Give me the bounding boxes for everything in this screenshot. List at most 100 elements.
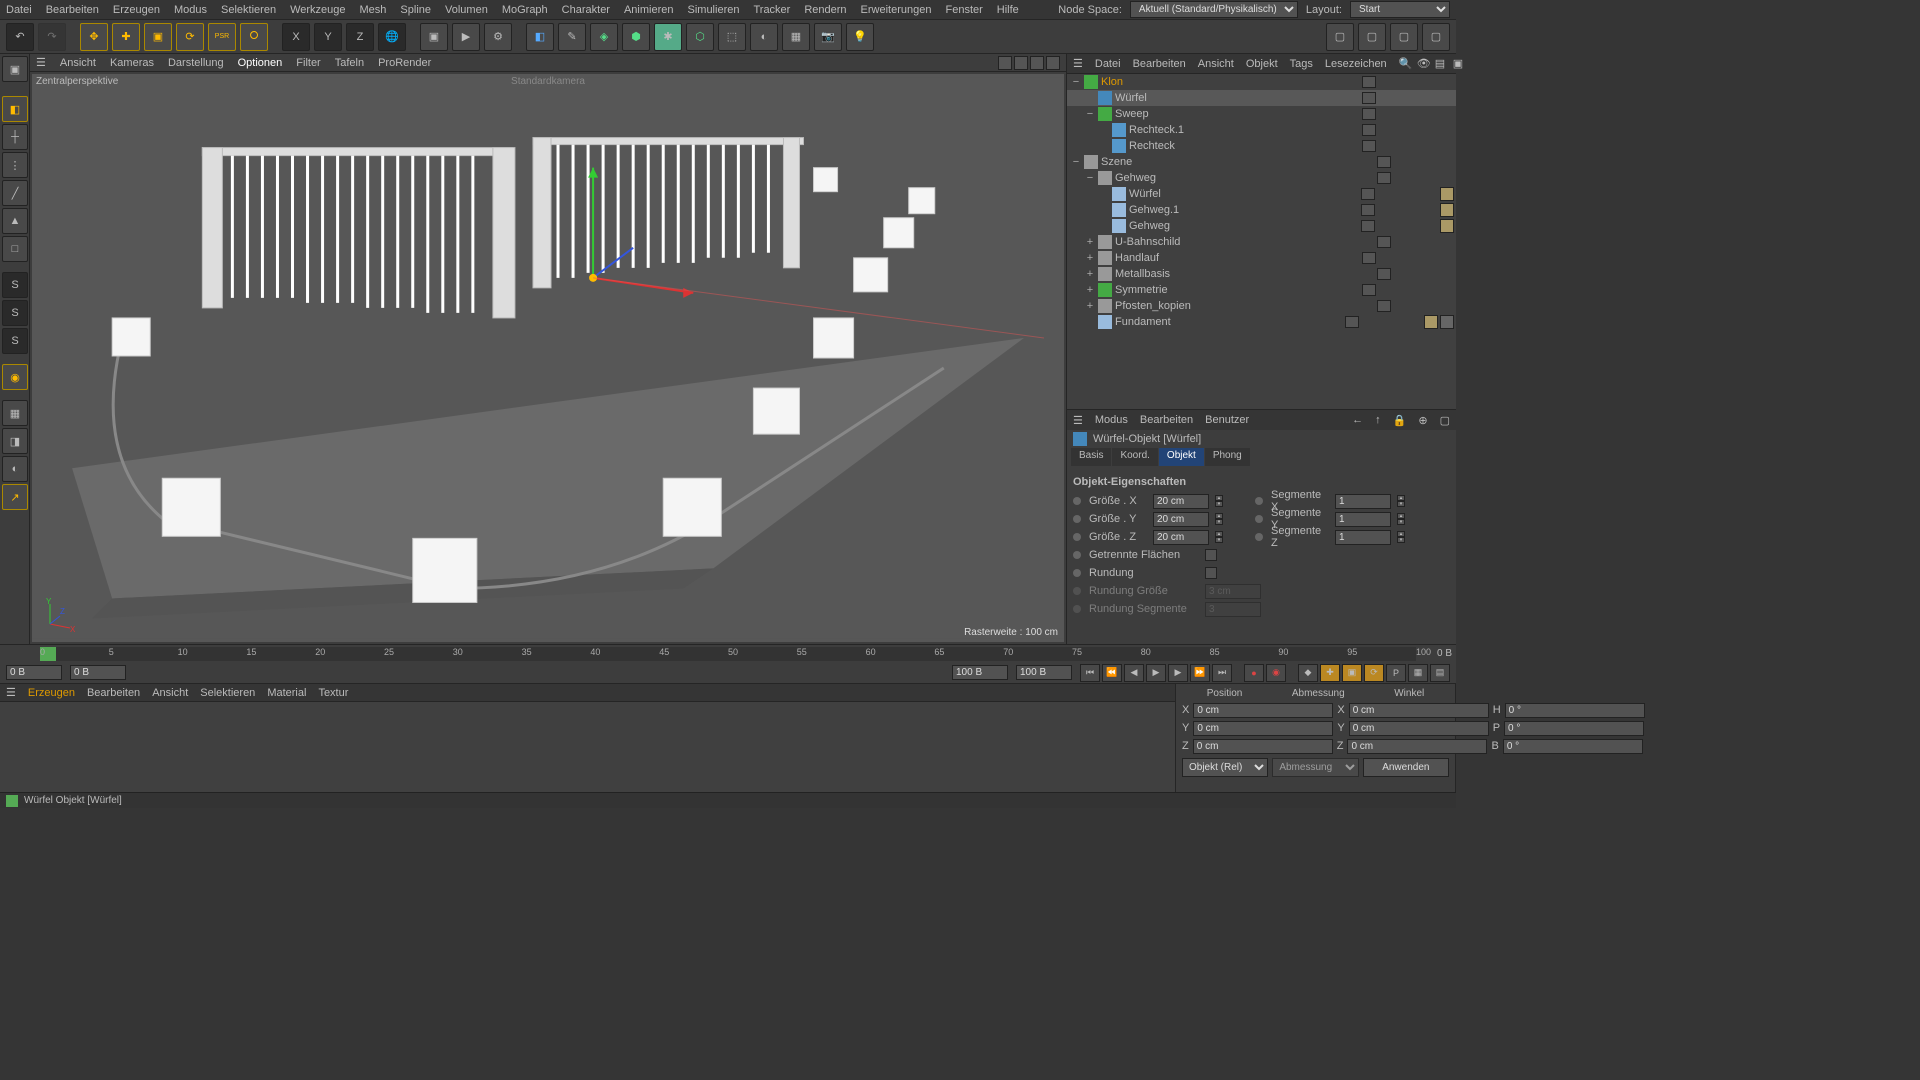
hamburger-icon[interactable]: ☰ [6,686,16,699]
pos-input[interactable] [1193,703,1333,718]
expand-toggle[interactable]: + [1085,236,1095,248]
frame-range-end-input[interactable] [952,665,1008,680]
visibility-render-dot[interactable] [1392,108,1406,120]
menu-item[interactable]: Mesh [360,4,387,16]
sound-button[interactable]: ▤ [1430,664,1450,682]
vmenu-item[interactable]: Filter [296,57,320,69]
visibility-editor-dot[interactable] [1377,92,1391,104]
eye-icon[interactable]: 👁 [1417,57,1431,71]
menu-item[interactable]: Fenster [945,4,982,16]
ang-input[interactable] [1505,703,1645,718]
layer-dot[interactable] [1377,236,1391,248]
viewport-pan-icon[interactable] [998,56,1012,70]
poly-mode[interactable]: ▲ [2,208,28,234]
matmenu-item[interactable]: Textur [318,687,348,699]
visibility-render-dot[interactable] [1392,124,1406,136]
panel-toggle-4[interactable]: ▢ [1422,23,1450,51]
matmenu-item[interactable]: Bearbeiten [87,687,140,699]
matmenu-item[interactable]: Material [267,687,306,699]
visibility-render-dot[interactable] [1392,140,1406,152]
key-pla-button[interactable]: ▦ [1408,664,1428,682]
tab-phong[interactable]: Phong [1205,448,1250,466]
apply-button[interactable]: Anwenden [1363,758,1449,777]
edge-mode[interactable]: ╱ [2,180,28,206]
layer-dot[interactable] [1377,172,1391,184]
visibility-render-dot[interactable] [1392,76,1406,88]
prev-frame-button[interactable]: ◀ [1124,664,1144,682]
goto-start-button[interactable]: ⏮ [1080,664,1100,682]
menu-item[interactable]: Erweiterungen [861,4,932,16]
menu-item[interactable]: Bearbeiten [46,4,99,16]
select-tool[interactable]: ✥ [80,23,108,51]
material-tag[interactable] [1440,203,1454,217]
expand-toggle[interactable]: + [1085,268,1095,280]
coord-system-button[interactable]: 🌐 [378,23,406,51]
objmenu-item[interactable]: Datei [1095,58,1121,70]
vmenu-item[interactable]: ProRender [378,57,431,69]
visibility-render-dot[interactable] [1392,92,1406,104]
menu-item[interactable]: Rendern [804,4,846,16]
rounding-checkbox[interactable] [1205,567,1217,579]
panel-toggle-1[interactable]: ▢ [1326,23,1354,51]
viewport-solo[interactable]: ◨ [2,428,28,454]
expand-toggle[interactable]: − [1071,76,1081,88]
hamburger-icon[interactable]: ☰ [36,56,46,69]
field-button[interactable]: ◐ [750,23,778,51]
normals-mode[interactable]: ↗ [2,484,28,510]
attrmenu-item[interactable]: Bearbeiten [1140,414,1193,426]
spinner[interactable]: ▴▾ [1215,495,1223,507]
node-space-select[interactable]: Aktuell (Standard/Physikalisch) [1130,1,1298,18]
spinner[interactable]: ▴▾ [1215,513,1223,525]
menu-item[interactable]: Erzeugen [113,4,160,16]
key-param-button[interactable]: P [1386,664,1406,682]
ang-input[interactable] [1503,739,1643,754]
dim-input[interactable] [1349,721,1489,736]
xray-mode[interactable]: ◐ [2,456,28,482]
layer-dot[interactable] [1377,156,1391,168]
recent-tool[interactable]: PSR [208,23,236,51]
visibility-editor-dot[interactable] [1392,236,1406,248]
workplane[interactable]: S [2,328,28,354]
frame-total-input[interactable] [1016,665,1072,680]
expand-toggle[interactable]: + [1085,300,1095,312]
goto-end-button[interactable]: ⏭ [1212,664,1232,682]
coord-dim-select[interactable]: Abmessung [1272,758,1358,777]
dim-input[interactable] [1349,703,1489,718]
phong-tag[interactable] [1440,315,1454,329]
search-icon[interactable]: 🔍 [1399,57,1413,71]
layer-dot[interactable] [1361,220,1375,232]
spline-pen-button[interactable]: ✎ [558,23,586,51]
visibility-editor-dot[interactable] [1377,76,1391,88]
axis-mode[interactable]: ┼ [2,124,28,150]
visibility-editor-dot[interactable] [1392,172,1406,184]
visibility-editor-dot[interactable] [1377,284,1391,296]
tree-row[interactable]: +Metallbasis [1067,266,1456,282]
snap-settings[interactable]: S [2,300,28,326]
up-icon[interactable]: ↑ [1375,414,1381,426]
tree-row[interactable]: −Klon [1067,74,1456,90]
expand-toggle[interactable]: − [1085,172,1095,184]
render-active-button[interactable]: ▶ [452,23,480,51]
size-x-input[interactable] [1153,494,1209,509]
tree-row[interactable]: Würfel [1067,90,1456,106]
material-list[interactable] [0,702,1175,792]
spinner[interactable]: ▴▾ [1397,495,1405,507]
tree-row[interactable]: −Sweep [1067,106,1456,122]
play-button[interactable]: ▶ [1146,664,1166,682]
material-tag[interactable] [1440,187,1454,201]
visibility-render-dot[interactable] [1392,252,1406,264]
tab-objekt[interactable]: Objekt [1159,448,1204,466]
rotate-tool[interactable]: ⟳ [176,23,204,51]
tree-row[interactable]: −Szene [1067,154,1456,170]
cloner-button[interactable]: ⬡ [686,23,714,51]
objmenu-item[interactable]: Bearbeiten [1133,58,1186,70]
expand-toggle[interactable]: + [1085,252,1095,264]
layer-dot[interactable] [1362,140,1376,152]
panel-toggle-2[interactable]: ▢ [1358,23,1386,51]
new-icon[interactable]: ⊕ [1418,414,1427,427]
seg-x-input[interactable] [1335,494,1391,509]
layer-dot[interactable] [1362,92,1376,104]
matmenu-item[interactable]: Erzeugen [28,687,75,699]
attrmenu-item[interactable]: Benutzer [1205,414,1249,426]
material-tag[interactable] [1424,315,1438,329]
